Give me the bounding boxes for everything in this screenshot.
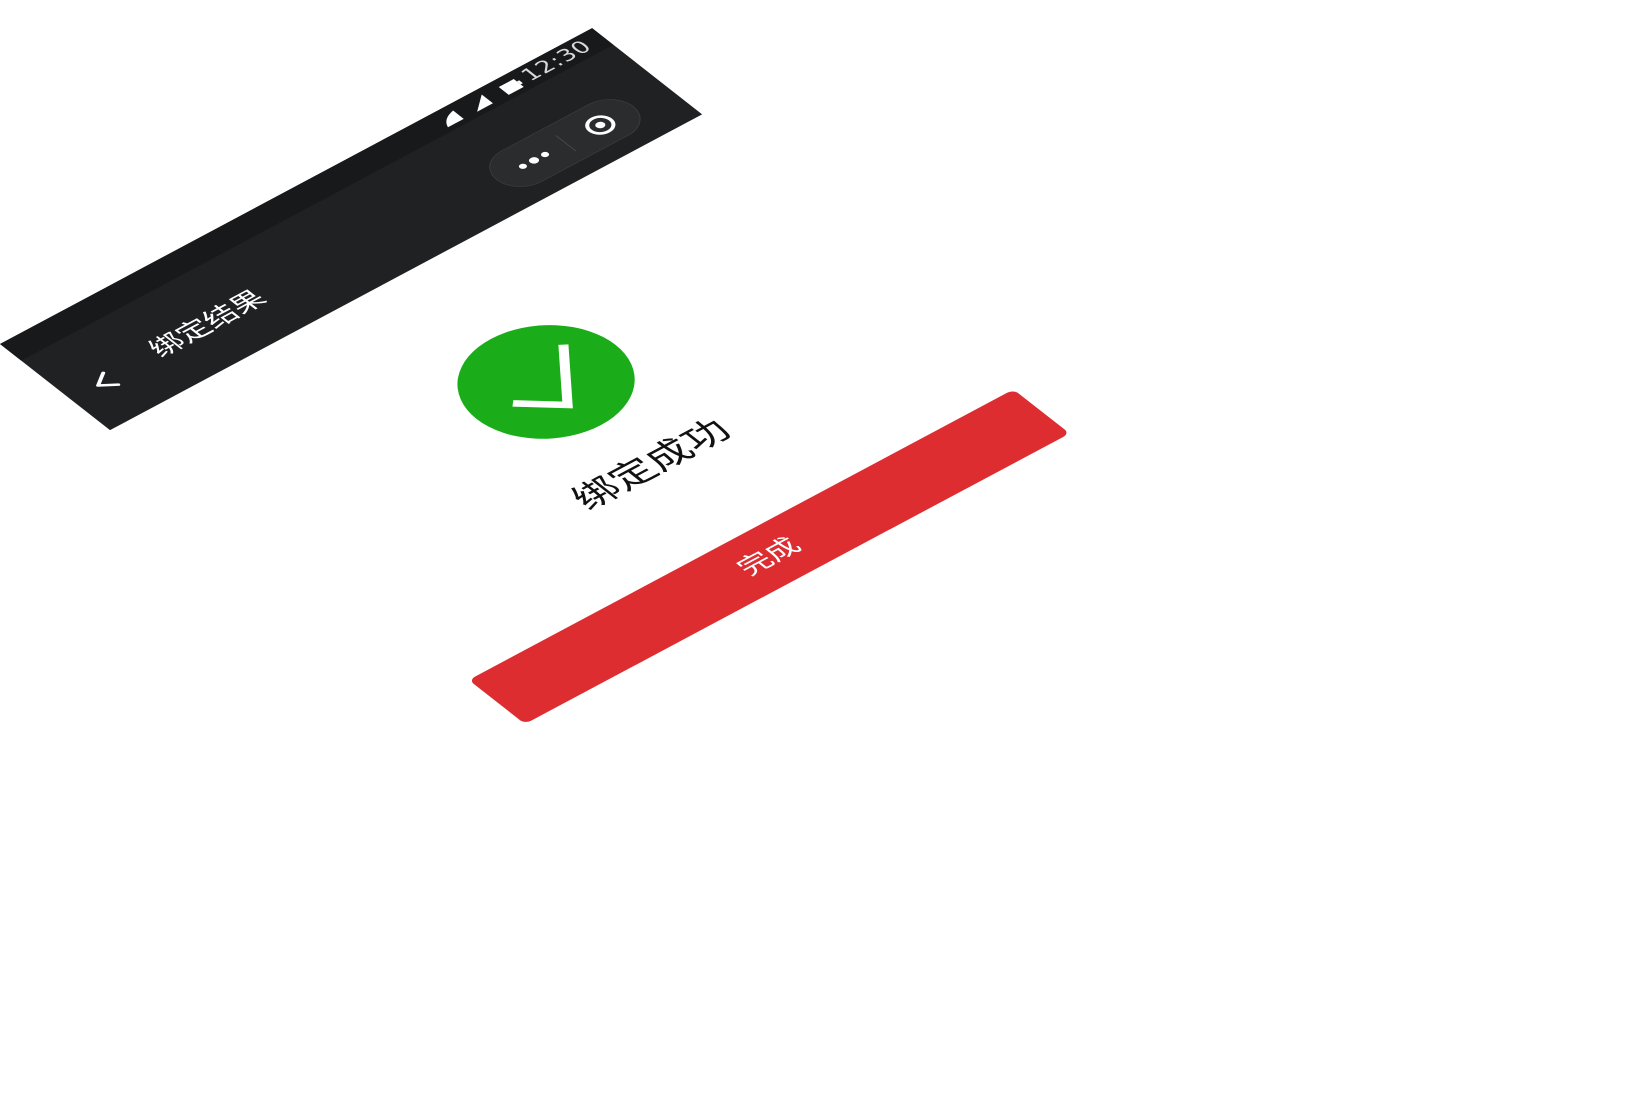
back-arrow-icon[interactable]: [78, 363, 135, 399]
page-title: 绑定结果: [141, 285, 274, 363]
signal-icon: [446, 110, 464, 128]
success-icon-circle: [421, 301, 671, 463]
mini-program-capsule: [476, 90, 654, 196]
close-mini-icon[interactable]: [567, 104, 633, 145]
check-icon: [512, 344, 573, 409]
wifi-icon: [477, 94, 493, 112]
battery-icon: [498, 79, 524, 95]
status-bar: 12:30: [0, 28, 614, 361]
status-time: 12:30: [516, 36, 598, 86]
phone-screen: 12:30 绑定结果 绑定成功 完成: [0, 28, 1426, 998]
stage: 12:30 绑定结果 绑定成功 完成: [0, 0, 1648, 1118]
more-icon[interactable]: [499, 139, 568, 182]
capsule-divider: [555, 135, 577, 152]
